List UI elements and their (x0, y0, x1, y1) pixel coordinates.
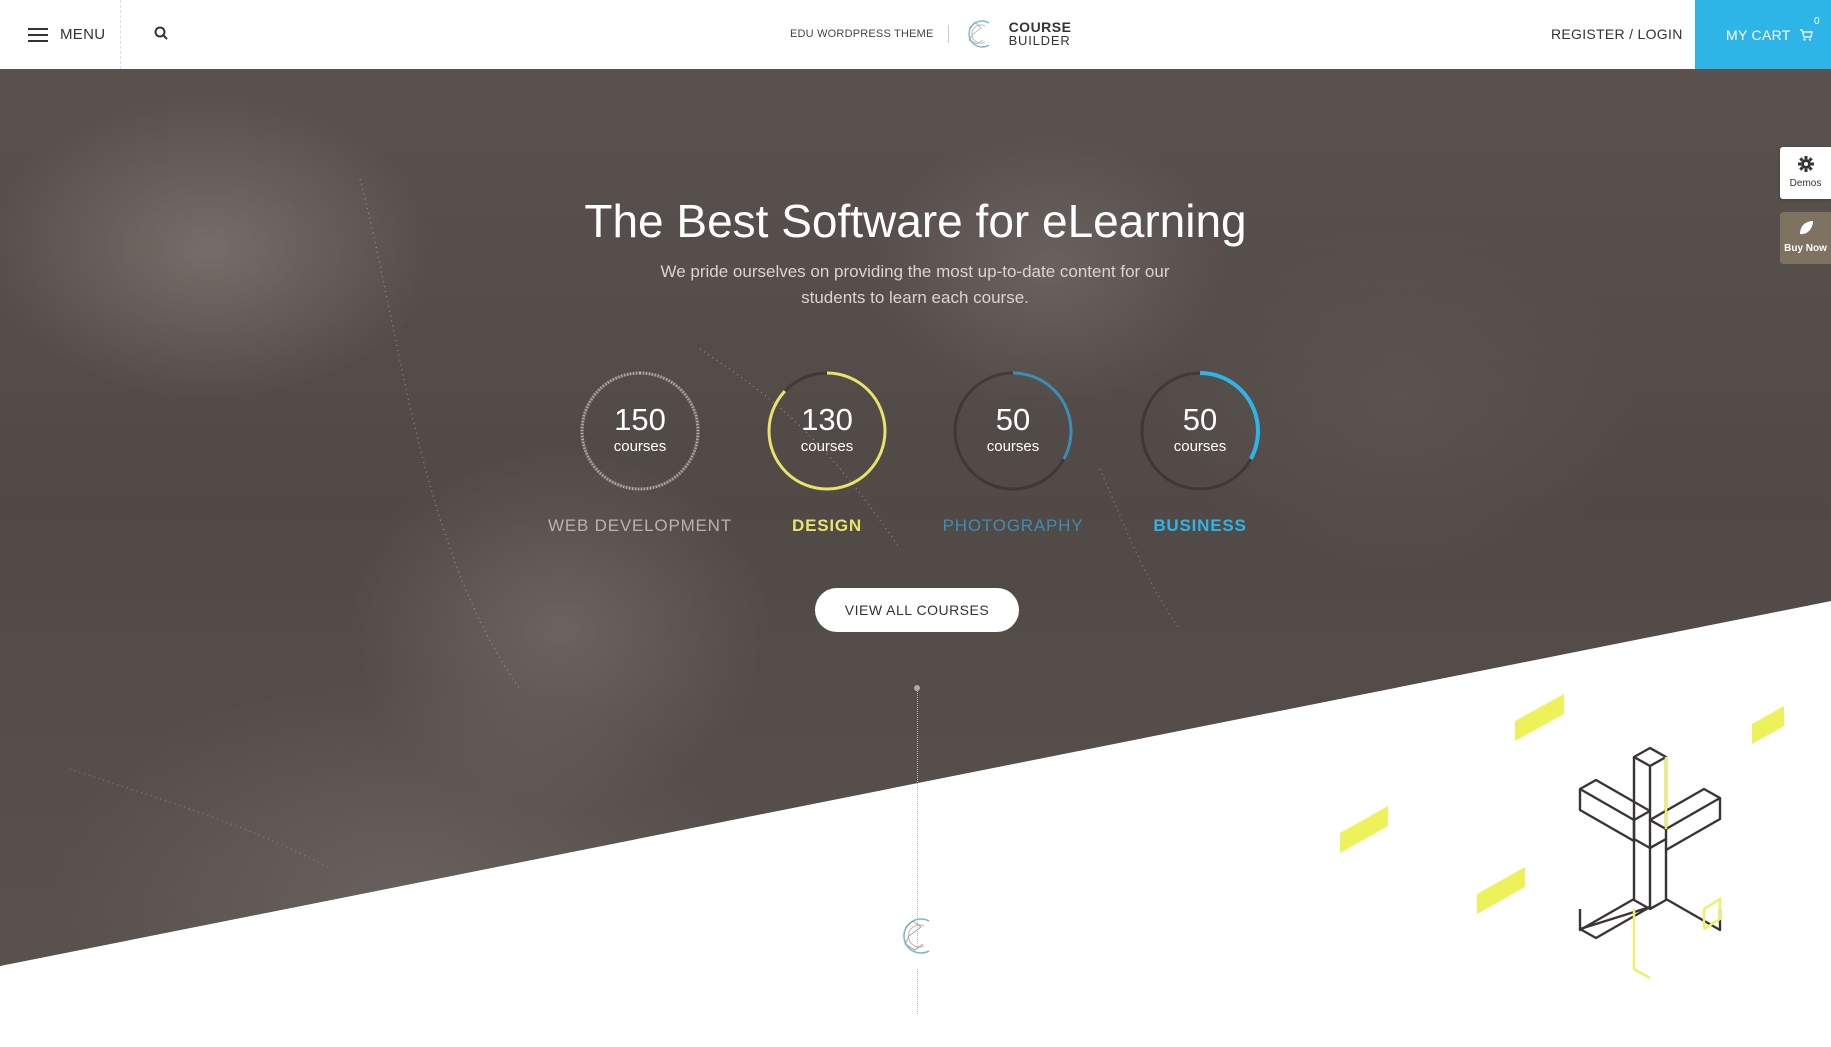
hero-section: The Best Software for eLearning We pride… (0, 69, 1831, 1047)
demos-label: Demos (1789, 178, 1822, 189)
brand-wordmark: COURSE BUILDER (1009, 20, 1072, 48)
menu-button[interactable]: MENU (28, 0, 105, 69)
leaf-icon (1799, 221, 1813, 235)
buy-now-label: Buy Now (1784, 243, 1827, 254)
brand-logo[interactable]: EDU WORDPRESS THEME COURSE BUILDER (790, 16, 1071, 52)
course-builder-logo-icon (968, 20, 989, 48)
header-divider (120, 0, 121, 69)
menu-label: MENU (60, 26, 106, 43)
logo-line-2: BUILDER (1008, 33, 1071, 48)
cart-count-badge: 0 (1814, 16, 1820, 27)
hamburger-icon (28, 27, 48, 42)
logo-line-1: COURSE (1008, 19, 1072, 35)
my-cart-button[interactable]: MY CART 0 (1695, 0, 1831, 69)
decor-shapes (1340, 694, 1784, 980)
cart-icon (1799, 28, 1813, 41)
cart-label: MY CART (1726, 26, 1791, 43)
demos-panel-button[interactable]: Demos (1780, 147, 1831, 199)
brand-tagline: EDU WORDPRESS THEME (790, 28, 934, 40)
search-icon[interactable] (150, 22, 174, 46)
brand-separator (947, 25, 949, 43)
buy-now-panel-button[interactable]: Buy Now (1780, 212, 1831, 264)
site-header: MENU EDU WORDPRESS THEME COURSE BUILDER … (0, 0, 1831, 69)
gear-icon (1797, 156, 1814, 172)
register-login-link[interactable]: REGISTER / LOGIN (1551, 26, 1683, 42)
